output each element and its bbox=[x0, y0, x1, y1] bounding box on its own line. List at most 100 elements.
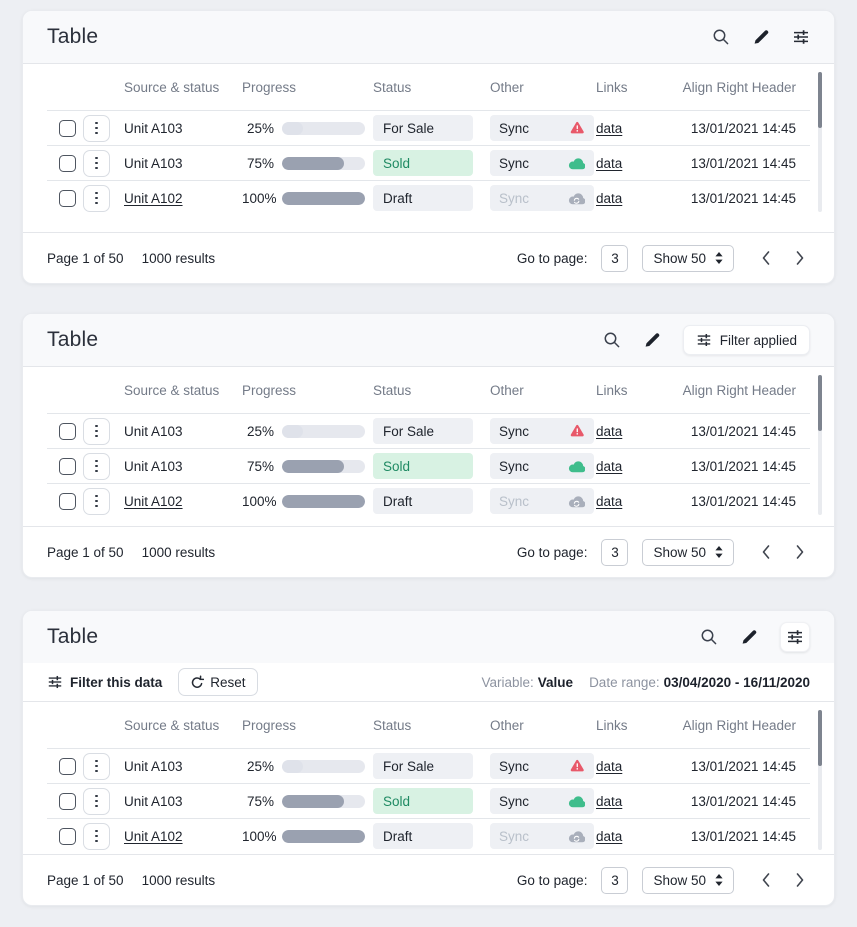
row-checkbox[interactable] bbox=[59, 758, 76, 775]
status-badge: Draft bbox=[373, 488, 473, 514]
edit-button[interactable] bbox=[740, 628, 758, 646]
data-link[interactable]: data bbox=[596, 829, 658, 844]
page-size-select[interactable]: Show 50 bbox=[642, 245, 734, 272]
data-link[interactable]: data bbox=[596, 121, 658, 136]
row-checkbox[interactable] bbox=[59, 120, 76, 137]
row-checkbox[interactable] bbox=[59, 155, 76, 172]
next-page-button[interactable] bbox=[790, 247, 810, 269]
progress-cell: 100% bbox=[242, 191, 366, 206]
row-checkbox[interactable] bbox=[59, 828, 76, 845]
row-checkbox[interactable] bbox=[59, 423, 76, 440]
filter-button-active[interactable] bbox=[780, 622, 810, 652]
row-menu-button[interactable] bbox=[83, 488, 110, 515]
sync-button[interactable]: Sync bbox=[490, 788, 594, 814]
prev-page-button[interactable] bbox=[756, 247, 776, 269]
vertical-scrollbar[interactable] bbox=[818, 710, 822, 850]
timestamp-cell: 13/01/2021 14:45 bbox=[658, 191, 796, 206]
progress-cell: 75% bbox=[242, 459, 366, 474]
table-row: Unit A103 25% For Sale Sync data 13/01/2… bbox=[47, 413, 810, 448]
search-button[interactable] bbox=[603, 331, 621, 349]
reset-button[interactable]: Reset bbox=[178, 668, 257, 696]
row-menu-button[interactable] bbox=[83, 115, 110, 142]
unit-cell-link[interactable]: Unit A102 bbox=[124, 829, 242, 844]
col-header-source: Source & status bbox=[124, 383, 242, 398]
timestamp-cell: 13/01/2021 14:45 bbox=[658, 156, 796, 171]
sync-button[interactable]: Sync bbox=[490, 418, 594, 444]
prev-page-button[interactable] bbox=[756, 541, 776, 563]
scrollbar-thumb[interactable] bbox=[818, 375, 822, 431]
variable-summary: Variable: Value bbox=[482, 675, 574, 690]
data-link[interactable]: data bbox=[596, 494, 658, 509]
vertical-scrollbar[interactable] bbox=[818, 375, 822, 515]
goto-page-input[interactable] bbox=[601, 539, 628, 566]
goto-page-input[interactable] bbox=[601, 245, 628, 272]
table-row: Unit A103 25% For Sale Sync data 13/01/2… bbox=[47, 748, 810, 783]
edit-button[interactable] bbox=[643, 331, 661, 349]
vertical-scrollbar[interactable] bbox=[818, 72, 822, 212]
row-menu-button[interactable] bbox=[83, 823, 110, 850]
prev-page-button[interactable] bbox=[756, 869, 776, 891]
data-link[interactable]: data bbox=[596, 424, 658, 439]
row-checkbox[interactable] bbox=[59, 493, 76, 510]
table-row: Unit A102 100% Draft Sync data 13/01/202… bbox=[47, 483, 810, 518]
next-page-button[interactable] bbox=[790, 869, 810, 891]
table-row: Unit A103 75% Sold Sync data 13/01/2021 … bbox=[47, 448, 810, 483]
progress-bar bbox=[282, 425, 365, 438]
unit-cell: Unit A103 bbox=[124, 424, 242, 439]
table-card-2: Table Filter applied Source & status Pro… bbox=[22, 313, 835, 578]
col-header-links: Links bbox=[596, 383, 658, 398]
col-header-source: Source & status bbox=[124, 80, 242, 95]
col-header-progress: Progress bbox=[242, 80, 366, 95]
search-button[interactable] bbox=[700, 628, 718, 646]
row-checkbox[interactable] bbox=[59, 793, 76, 810]
row-menu-button[interactable] bbox=[83, 453, 110, 480]
col-header-align-right: Align Right Header bbox=[658, 80, 796, 95]
col-header-progress: Progress bbox=[242, 718, 366, 733]
search-button[interactable] bbox=[712, 28, 730, 46]
results-count: 1000 results bbox=[142, 251, 216, 266]
page-size-select[interactable]: Show 50 bbox=[642, 539, 734, 566]
row-checkbox[interactable] bbox=[59, 458, 76, 475]
sync-button[interactable]: Sync bbox=[490, 115, 594, 141]
row-menu-button[interactable] bbox=[83, 788, 110, 815]
col-header-status: Status bbox=[366, 718, 483, 733]
sync-button[interactable]: Sync bbox=[490, 753, 594, 779]
status-badge: Sold bbox=[373, 453, 473, 479]
progress-bar bbox=[282, 830, 365, 843]
sync-button[interactable]: Sync bbox=[490, 150, 594, 176]
data-link[interactable]: data bbox=[596, 459, 658, 474]
page-size-select[interactable]: Show 50 bbox=[642, 867, 734, 894]
row-checkbox[interactable] bbox=[59, 190, 76, 207]
next-page-button[interactable] bbox=[790, 541, 810, 563]
status-badge: Sold bbox=[373, 150, 473, 176]
page-title: Table bbox=[47, 25, 98, 49]
row-menu-button[interactable] bbox=[83, 418, 110, 445]
unit-cell-link[interactable]: Unit A102 bbox=[124, 494, 242, 509]
unit-cell: Unit A103 bbox=[124, 156, 242, 171]
progress-cell: 25% bbox=[242, 424, 366, 439]
scrollbar-thumb[interactable] bbox=[818, 72, 822, 128]
data-link[interactable]: data bbox=[596, 156, 658, 171]
unit-cell-link[interactable]: Unit A102 bbox=[124, 191, 242, 206]
data-link[interactable]: data bbox=[596, 191, 658, 206]
progress-cell: 25% bbox=[242, 121, 366, 136]
scrollbar-thumb[interactable] bbox=[818, 710, 822, 766]
row-menu-button[interactable] bbox=[83, 150, 110, 177]
page-info: Page 1 of 50 bbox=[47, 251, 124, 266]
status-badge: Draft bbox=[373, 185, 473, 211]
pagination-footer: Page 1 of 50 1000 results Go to page: Sh… bbox=[23, 527, 834, 577]
data-link[interactable]: data bbox=[596, 759, 658, 774]
row-menu-button[interactable] bbox=[83, 753, 110, 780]
filter-button[interactable] bbox=[792, 28, 810, 46]
col-header-other: Other bbox=[483, 718, 596, 733]
filter-this-data-button[interactable]: Filter this data bbox=[47, 674, 162, 690]
sync-button-disabled: Sync bbox=[490, 488, 594, 514]
sync-button[interactable]: Sync bbox=[490, 453, 594, 479]
timestamp-cell: 13/01/2021 14:45 bbox=[658, 424, 796, 439]
row-menu-button[interactable] bbox=[83, 185, 110, 212]
edit-button[interactable] bbox=[752, 28, 770, 46]
goto-page-input[interactable] bbox=[601, 867, 628, 894]
filter-applied-button[interactable]: Filter applied bbox=[683, 325, 810, 355]
card-titlebar: Table bbox=[23, 611, 834, 663]
data-link[interactable]: data bbox=[596, 794, 658, 809]
